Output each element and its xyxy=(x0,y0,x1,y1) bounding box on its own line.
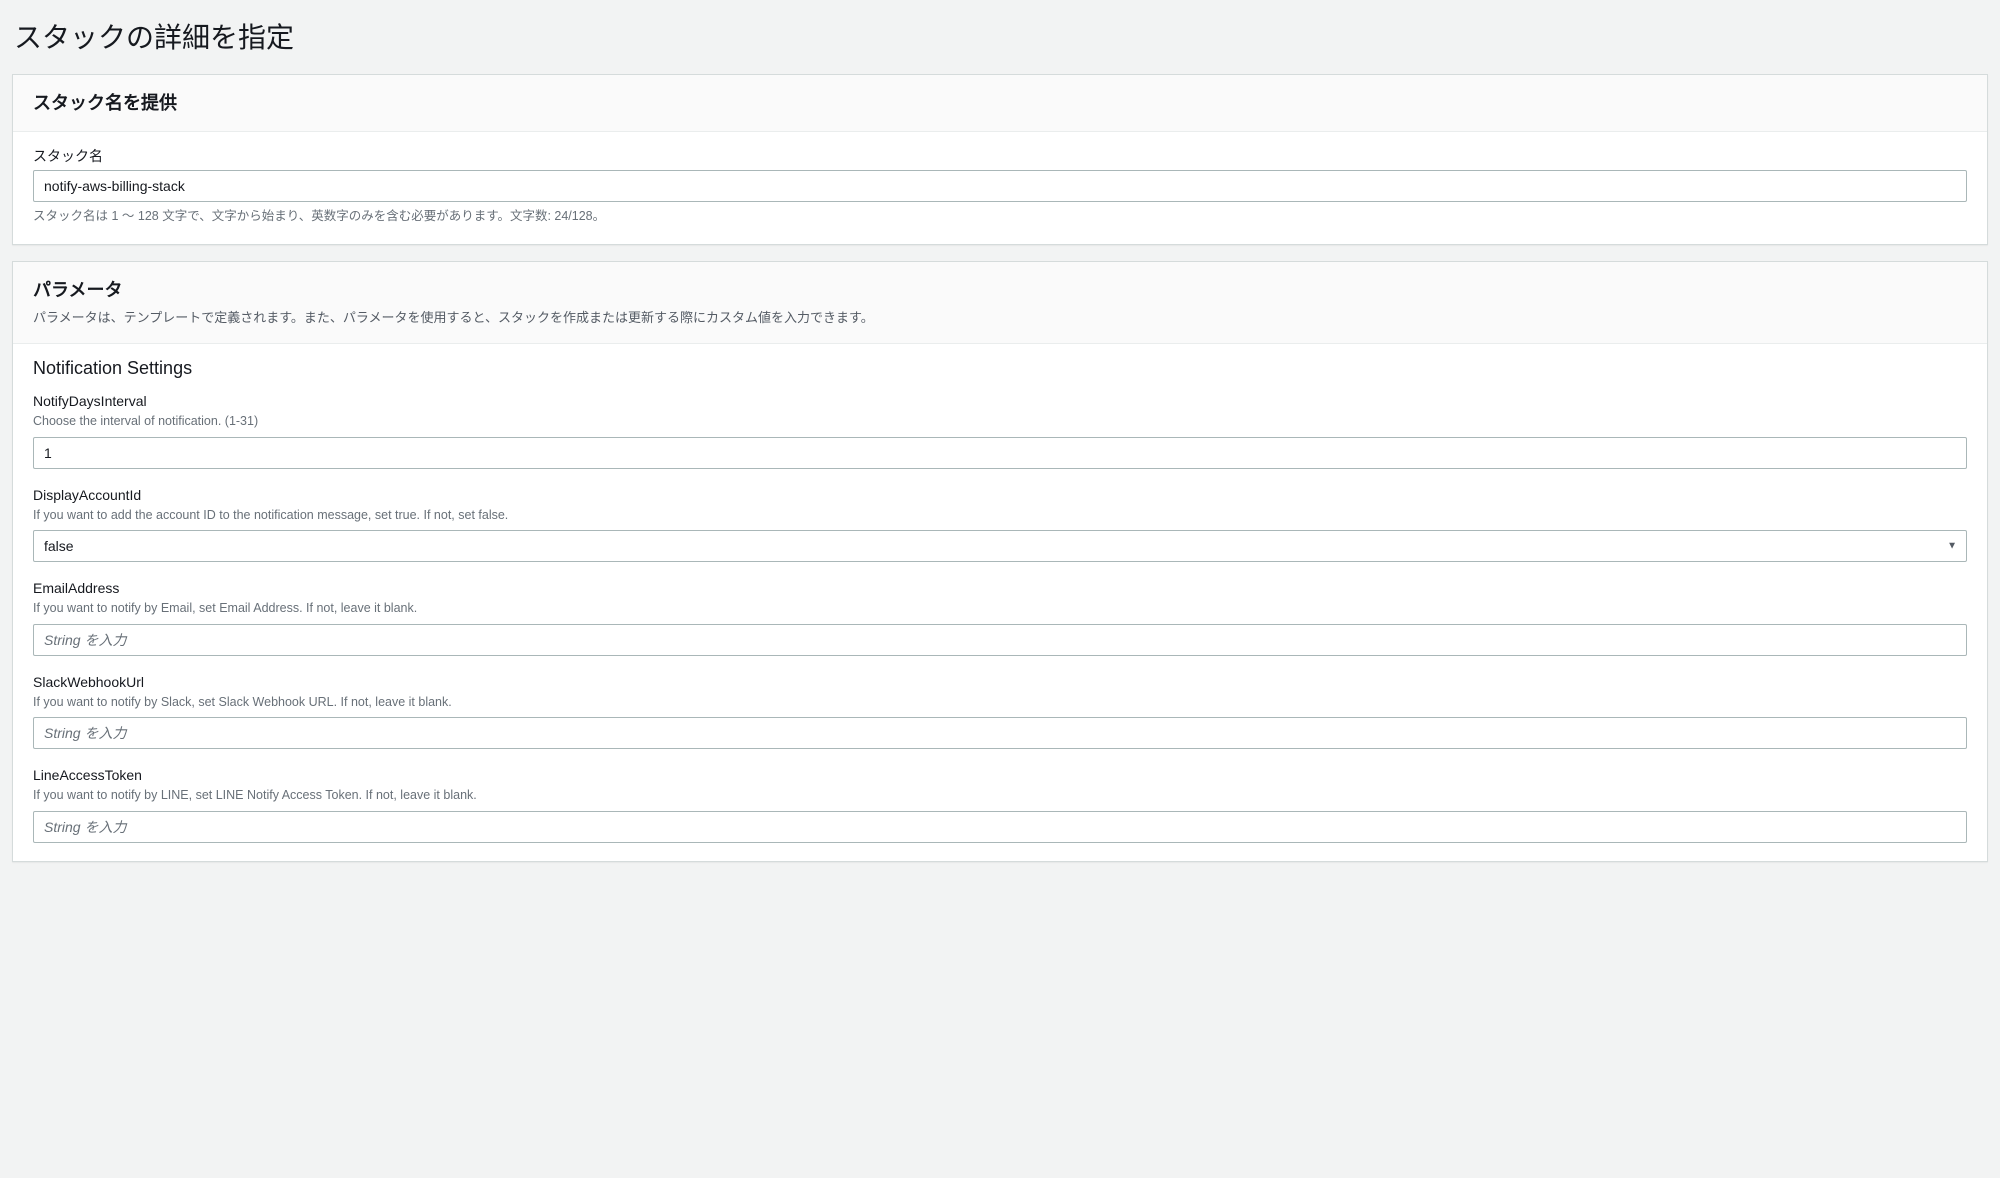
notify-days-interval-input[interactable] xyxy=(33,437,1967,469)
stack-name-field-group: スタック名 スタック名は 1 ～ 128 文字で、文字から始まり、英数字のみを含… xyxy=(33,146,1967,226)
stack-name-panel-body: スタック名 スタック名は 1 ～ 128 文字で、文字から始まり、英数字のみを含… xyxy=(13,132,1987,244)
parameters-panel-header: パラメータ パラメータは、テンプレートで定義されます。また、パラメータを使用する… xyxy=(13,262,1987,345)
stack-name-help: スタック名は 1 ～ 128 文字で、文字から始まり、英数字のみを含む必要があり… xyxy=(33,208,1967,226)
page-container: スタックの詳細を指定 スタック名を提供 スタック名 スタック名は 1 ～ 128… xyxy=(0,0,2000,898)
parameters-panel-title: パラメータ xyxy=(33,276,1967,302)
stack-name-input[interactable] xyxy=(33,170,1967,202)
parameters-panel-desc: パラメータは、テンプレートで定義されます。また、パラメータを使用すると、スタック… xyxy=(33,308,1967,328)
notify-days-interval-group: NotifyDaysInterval Choose the interval o… xyxy=(33,393,1967,469)
display-account-id-group: DisplayAccountId If you want to add the … xyxy=(33,487,1967,563)
page-title: スタックの詳細を指定 xyxy=(0,0,2000,74)
notification-settings-title: Notification Settings xyxy=(33,358,1967,379)
display-account-id-select[interactable]: false xyxy=(33,530,1967,562)
notify-days-interval-label: NotifyDaysInterval xyxy=(33,393,1967,409)
line-access-token-desc: If you want to notify by LINE, set LINE … xyxy=(33,787,1967,805)
notify-days-interval-desc: Choose the interval of notification. (1-… xyxy=(33,413,1967,431)
email-address-group: EmailAddress If you want to notify by Em… xyxy=(33,580,1967,656)
slack-webhook-url-label: SlackWebhookUrl xyxy=(33,674,1967,690)
stack-name-panel: スタック名を提供 スタック名 スタック名は 1 ～ 128 文字で、文字から始ま… xyxy=(12,74,1988,245)
email-address-label: EmailAddress xyxy=(33,580,1967,596)
stack-name-panel-title: スタック名を提供 xyxy=(33,89,1967,115)
display-account-id-label: DisplayAccountId xyxy=(33,487,1967,503)
slack-webhook-url-input[interactable] xyxy=(33,717,1967,749)
line-access-token-input[interactable] xyxy=(33,811,1967,843)
stack-name-panel-header: スタック名を提供 xyxy=(13,75,1987,132)
parameters-panel-body: Notification Settings NotifyDaysInterval… xyxy=(13,344,1987,861)
email-address-input[interactable] xyxy=(33,624,1967,656)
slack-webhook-url-desc: If you want to notify by Slack, set Slac… xyxy=(33,694,1967,712)
parameters-panel: パラメータ パラメータは、テンプレートで定義されます。また、パラメータを使用する… xyxy=(12,261,1988,862)
stack-name-label: スタック名 xyxy=(33,146,1967,166)
email-address-desc: If you want to notify by Email, set Emai… xyxy=(33,600,1967,618)
slack-webhook-url-group: SlackWebhookUrl If you want to notify by… xyxy=(33,674,1967,750)
line-access-token-group: LineAccessToken If you want to notify by… xyxy=(33,767,1967,843)
display-account-id-select-wrapper: false ▼ xyxy=(33,530,1967,562)
line-access-token-label: LineAccessToken xyxy=(33,767,1967,783)
display-account-id-desc: If you want to add the account ID to the… xyxy=(33,507,1967,525)
